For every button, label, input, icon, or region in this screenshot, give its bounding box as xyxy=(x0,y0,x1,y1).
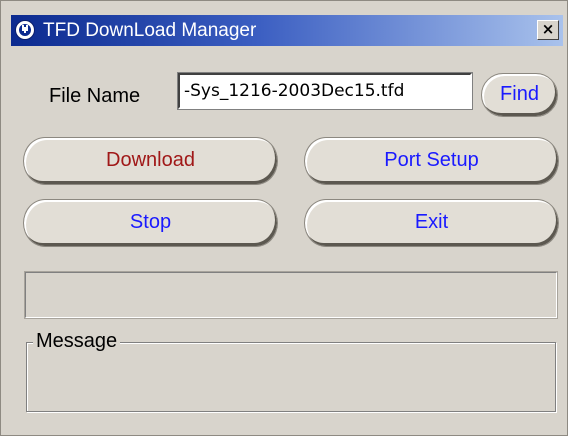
progress-bar xyxy=(24,271,558,319)
stop-button[interactable]: Stop xyxy=(23,199,278,247)
download-button[interactable]: Download xyxy=(23,137,278,185)
file-name-input[interactable]: -Sys_1216-2003Dec15.tfd xyxy=(177,72,473,110)
find-button[interactable]: Find xyxy=(481,73,558,117)
close-button[interactable]: × xyxy=(537,20,559,40)
title-bar[interactable]: TFD DownLoad Manager × xyxy=(11,15,563,46)
exit-button[interactable]: Exit xyxy=(304,199,559,247)
window-title: TFD DownLoad Manager xyxy=(43,20,257,41)
app-logo-icon xyxy=(15,20,35,40)
port-setup-button[interactable]: Port Setup xyxy=(304,137,559,185)
file-name-label: File Name xyxy=(49,85,141,107)
download-manager-window: TFD DownLoad Manager × File Name -Sys_12… xyxy=(0,0,568,436)
message-groupbox: Message xyxy=(26,329,556,412)
message-label: Message xyxy=(33,329,121,353)
